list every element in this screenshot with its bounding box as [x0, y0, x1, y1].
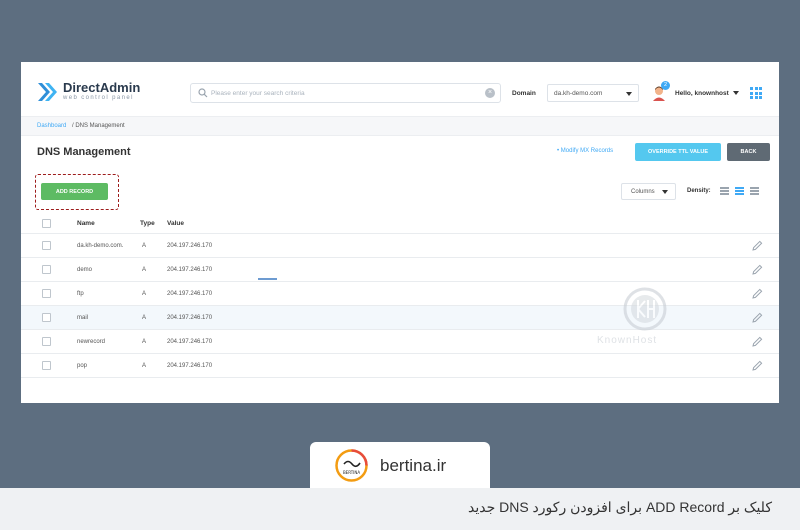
density-compact-icon[interactable]	[720, 187, 729, 196]
record-name: mail	[77, 315, 89, 321]
record-name: newrecord	[77, 339, 106, 345]
record-value: 204.197.246.170	[167, 267, 213, 273]
bertina-logo-text: BERTINA	[343, 470, 360, 475]
pencil-icon[interactable]	[752, 312, 763, 323]
pencil-icon[interactable]	[752, 288, 763, 299]
knownhost-logo-icon	[623, 287, 667, 331]
directadmin-logo[interactable]: DirectAdmin web control panel	[37, 79, 177, 105]
record-type: A	[142, 363, 147, 369]
bertina-logo-icon: BERTINA	[335, 449, 368, 482]
brand-tagline: web control panel	[63, 95, 134, 101]
page-title: DNS Management	[37, 146, 131, 158]
caption-bar: کلیک بر ADD Record برای افزودن رکورد DNS…	[0, 488, 800, 530]
density-normal-icon[interactable]	[735, 187, 744, 196]
row-checkbox[interactable]	[42, 361, 51, 370]
back-button[interactable]: BACK	[727, 143, 770, 161]
row-checkbox[interactable]	[42, 313, 51, 322]
select-all-checkbox[interactable]	[42, 219, 51, 228]
breadcrumb-home[interactable]: Dashboard	[37, 123, 66, 129]
pencil-icon[interactable]	[752, 336, 763, 347]
table-header: Name Type Value	[21, 214, 779, 234]
record-value: 204.197.246.170	[167, 315, 213, 321]
domain-select[interactable]: da.kh-demo.com	[547, 84, 639, 102]
top-header: DirectAdmin web control panel × Domain d…	[21, 62, 779, 112]
columns-label: Columns	[631, 189, 655, 195]
record-type: A	[142, 315, 147, 321]
table-row[interactable]: pop A 204.197.246.170	[21, 354, 779, 378]
table-row[interactable]: da.kh-demo.com. A 204.197.246.170	[21, 234, 779, 258]
record-type: A	[142, 267, 147, 273]
search-input[interactable]	[211, 86, 481, 100]
record-name: demo	[77, 267, 93, 273]
row-checkbox[interactable]	[42, 265, 51, 274]
record-value: 204.197.246.170	[167, 243, 213, 249]
pencil-icon[interactable]	[752, 264, 763, 275]
chevron-down-icon	[662, 190, 668, 194]
add-record-button[interactable]: ADD RECORD	[41, 183, 108, 200]
row-checkbox[interactable]	[42, 241, 51, 250]
directadmin-window: DirectAdmin web control panel × Domain d…	[21, 62, 779, 403]
site-name: bertina.ir	[380, 456, 447, 475]
grid-apps-icon[interactable]	[750, 87, 762, 99]
density-comfortable-icon[interactable]	[750, 187, 759, 196]
record-value: 204.197.246.170	[167, 339, 213, 345]
watermark-text: KnownHost	[597, 335, 658, 346]
columns-dropdown[interactable]: Columns	[621, 183, 676, 200]
override-ttl-button[interactable]: OVERRIDE TTL VALUE	[635, 143, 721, 161]
domain-label: Domain	[512, 90, 536, 97]
record-type: A	[142, 291, 147, 297]
record-name: ftp	[77, 291, 84, 297]
loading-indicator	[258, 278, 277, 280]
user-menu-label[interactable]: Hello, knownhost	[675, 90, 729, 97]
record-name: da.kh-demo.com.	[77, 243, 124, 249]
caption-text: کلیک بر ADD Record برای افزودن رکورد DNS…	[467, 499, 772, 515]
record-value: 204.197.246.170	[167, 363, 213, 369]
domain-value: da.kh-demo.com	[554, 90, 603, 97]
chevron-down-icon[interactable]	[733, 91, 739, 95]
column-header-name[interactable]: Name	[77, 220, 95, 227]
density-label: Density:	[687, 188, 711, 194]
column-header-type[interactable]: Type	[140, 220, 155, 227]
record-name: pop	[77, 363, 88, 369]
directadmin-chevrons-icon	[38, 83, 57, 101]
chevron-down-icon	[626, 92, 632, 96]
pencil-icon[interactable]	[752, 240, 763, 251]
modify-mx-records-link[interactable]: • Modify MX Records	[557, 148, 613, 154]
clear-icon[interactable]: ×	[485, 88, 495, 98]
row-checkbox[interactable]	[42, 289, 51, 298]
notification-badge: 2	[661, 81, 670, 90]
bertina-brand-tab: BERTINA bertina.ir	[310, 442, 490, 488]
column-header-value[interactable]: Value	[167, 220, 184, 227]
search-box[interactable]: ×	[190, 83, 501, 103]
search-icon	[198, 88, 208, 98]
brand-name: DirectAdmin	[63, 80, 141, 95]
record-type: A	[142, 339, 147, 345]
record-value: 204.197.246.170	[167, 291, 213, 297]
row-checkbox[interactable]	[42, 337, 51, 346]
record-type: A	[142, 243, 147, 249]
table-row[interactable]: demo A 204.197.246.170	[21, 258, 779, 282]
breadcrumb-current: / DNS Management	[72, 123, 125, 129]
pencil-icon[interactable]	[752, 360, 763, 371]
knownhost-watermark: KnownHost	[593, 287, 693, 357]
breadcrumb: Dashboard / DNS Management	[21, 116, 779, 136]
